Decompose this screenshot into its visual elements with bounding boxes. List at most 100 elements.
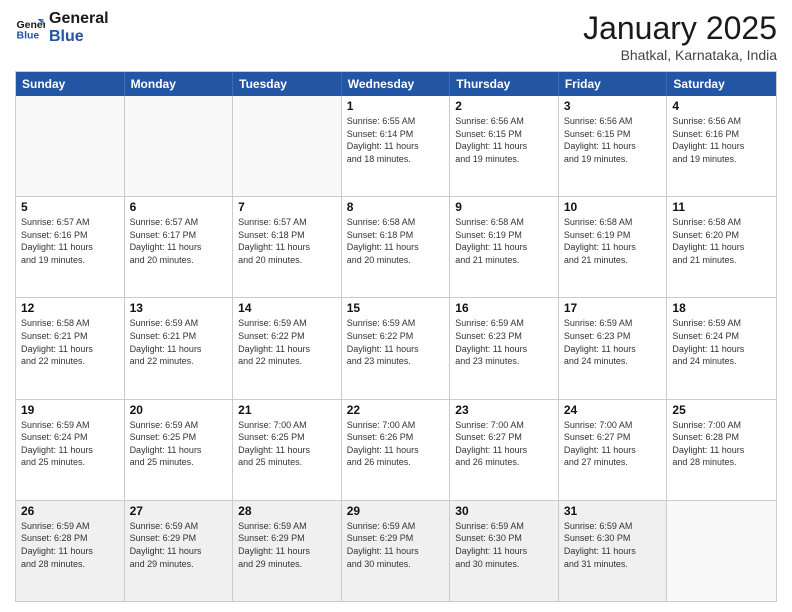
day-info: Sunrise: 6:59 AM Sunset: 6:22 PM Dayligh… xyxy=(238,317,336,367)
day-info: Sunrise: 6:59 AM Sunset: 6:29 PM Dayligh… xyxy=(347,520,445,570)
day-number: 25 xyxy=(672,403,771,417)
day-info: Sunrise: 6:59 AM Sunset: 6:23 PM Dayligh… xyxy=(564,317,662,367)
calendar-header: SundayMondayTuesdayWednesdayThursdayFrid… xyxy=(16,72,776,96)
calendar: SundayMondayTuesdayWednesdayThursdayFrid… xyxy=(15,71,777,602)
cal-cell: 21 Sunrise: 7:00 AM Sunset: 6:25 PM Dayli… xyxy=(233,400,342,500)
day-header-saturday: Saturday xyxy=(667,72,776,96)
day-info: Sunrise: 6:58 AM Sunset: 6:21 PM Dayligh… xyxy=(21,317,119,367)
day-number: 4 xyxy=(672,99,771,113)
day-number: 20 xyxy=(130,403,228,417)
day-number: 13 xyxy=(130,301,228,315)
day-info: Sunrise: 6:59 AM Sunset: 6:30 PM Dayligh… xyxy=(455,520,553,570)
cal-cell: 10 Sunrise: 6:58 AM Sunset: 6:19 PM Dayli… xyxy=(559,197,668,297)
day-number: 29 xyxy=(347,504,445,518)
cal-cell: 17 Sunrise: 6:59 AM Sunset: 6:23 PM Dayli… xyxy=(559,298,668,398)
cal-cell: 14 Sunrise: 6:59 AM Sunset: 6:22 PM Dayli… xyxy=(233,298,342,398)
cal-cell: 23 Sunrise: 7:00 AM Sunset: 6:27 PM Dayli… xyxy=(450,400,559,500)
day-number: 24 xyxy=(564,403,662,417)
day-info: Sunrise: 7:00 AM Sunset: 6:25 PM Dayligh… xyxy=(238,419,336,469)
cal-cell: 13 Sunrise: 6:59 AM Sunset: 6:21 PM Dayli… xyxy=(125,298,234,398)
day-number: 14 xyxy=(238,301,336,315)
cal-cell xyxy=(233,96,342,196)
day-number: 12 xyxy=(21,301,119,315)
day-number: 16 xyxy=(455,301,553,315)
cal-cell: 9 Sunrise: 6:58 AM Sunset: 6:19 PM Daylig… xyxy=(450,197,559,297)
cal-cell: 19 Sunrise: 6:59 AM Sunset: 6:24 PM Dayli… xyxy=(16,400,125,500)
day-number: 21 xyxy=(238,403,336,417)
week-row-3: 12 Sunrise: 6:58 AM Sunset: 6:21 PM Dayli… xyxy=(16,297,776,398)
month-title: January 2025 xyxy=(583,10,777,47)
day-number: 22 xyxy=(347,403,445,417)
cal-cell: 29 Sunrise: 6:59 AM Sunset: 6:29 PM Dayli… xyxy=(342,501,451,601)
cal-cell: 20Sunrise: 6:59 AM Sunset: 6:25 PM Dayli… xyxy=(125,400,234,500)
logo-icon: General Blue xyxy=(15,13,45,43)
week-row-4: 19 Sunrise: 6:59 AM Sunset: 6:24 PM Dayli… xyxy=(16,399,776,500)
day-header-thursday: Thursday xyxy=(450,72,559,96)
day-info: Sunrise: 6:58 AM Sunset: 6:19 PM Dayligh… xyxy=(455,216,553,266)
day-info: Sunrise: 6:57 AM Sunset: 6:16 PM Dayligh… xyxy=(21,216,119,266)
week-row-5: 26Sunrise: 6:59 AM Sunset: 6:28 PM Dayli… xyxy=(16,500,776,601)
day-info: Sunrise: 7:00 AM Sunset: 6:27 PM Dayligh… xyxy=(455,419,553,469)
page: General Blue General Blue January 2025 B… xyxy=(0,0,792,612)
day-number: 28 xyxy=(238,504,336,518)
cal-cell xyxy=(125,96,234,196)
day-number: 17 xyxy=(564,301,662,315)
calendar-body: 1Sunrise: 6:55 AM Sunset: 6:14 PM Daylig… xyxy=(16,96,776,601)
day-number: 31 xyxy=(564,504,662,518)
day-number: 2 xyxy=(455,99,553,113)
day-info: Sunrise: 6:59 AM Sunset: 6:22 PM Dayligh… xyxy=(347,317,445,367)
cal-cell: 3 Sunrise: 6:56 AM Sunset: 6:15 PM Daylig… xyxy=(559,96,668,196)
day-number: 7 xyxy=(238,200,336,214)
location: Bhatkal, Karnataka, India xyxy=(583,47,777,63)
day-number: 26 xyxy=(21,504,119,518)
day-number: 18 xyxy=(672,301,771,315)
cal-cell: 4 Sunrise: 6:56 AM Sunset: 6:16 PM Daylig… xyxy=(667,96,776,196)
day-info: Sunrise: 6:56 AM Sunset: 6:15 PM Dayligh… xyxy=(564,115,662,165)
day-info: Sunrise: 6:59 AM Sunset: 6:29 PM Dayligh… xyxy=(130,520,228,570)
cal-cell: 7 Sunrise: 6:57 AM Sunset: 6:18 PM Daylig… xyxy=(233,197,342,297)
day-info: Sunrise: 6:59 AM Sunset: 6:21 PM Dayligh… xyxy=(130,317,228,367)
day-info: Sunrise: 6:56 AM Sunset: 6:15 PM Dayligh… xyxy=(455,115,553,165)
day-info: Sunrise: 7:00 AM Sunset: 6:27 PM Dayligh… xyxy=(564,419,662,469)
cal-cell: 5 Sunrise: 6:57 AM Sunset: 6:16 PM Daylig… xyxy=(16,197,125,297)
day-number: 10 xyxy=(564,200,662,214)
day-info: Sunrise: 6:58 AM Sunset: 6:19 PM Dayligh… xyxy=(564,216,662,266)
day-info: Sunrise: 6:59 AM Sunset: 6:24 PM Dayligh… xyxy=(672,317,771,367)
day-number: 27 xyxy=(130,504,228,518)
day-header-sunday: Sunday xyxy=(16,72,125,96)
day-header-monday: Monday xyxy=(125,72,234,96)
cal-cell: 2 Sunrise: 6:56 AM Sunset: 6:15 PM Daylig… xyxy=(450,96,559,196)
cal-cell: 25 Sunrise: 7:00 AM Sunset: 6:28 PM Dayli… xyxy=(667,400,776,500)
day-info: Sunrise: 6:57 AM Sunset: 6:17 PM Dayligh… xyxy=(130,216,228,266)
cal-cell: 31 Sunrise: 6:59 AM Sunset: 6:30 PM Dayli… xyxy=(559,501,668,601)
day-info: Sunrise: 6:58 AM Sunset: 6:20 PM Dayligh… xyxy=(672,216,771,266)
cal-cell: 6Sunrise: 6:57 AM Sunset: 6:17 PM Daylig… xyxy=(125,197,234,297)
cal-cell: 27 Sunrise: 6:59 AM Sunset: 6:29 PM Dayli… xyxy=(125,501,234,601)
day-info: Sunrise: 6:59 AM Sunset: 6:23 PM Dayligh… xyxy=(455,317,553,367)
cal-cell xyxy=(16,96,125,196)
day-header-wednesday: Wednesday xyxy=(342,72,451,96)
logo-general: General xyxy=(49,10,109,28)
day-info: Sunrise: 7:00 AM Sunset: 6:28 PM Dayligh… xyxy=(672,419,771,469)
day-info: Sunrise: 6:59 AM Sunset: 6:30 PM Dayligh… xyxy=(564,520,662,570)
day-number: 23 xyxy=(455,403,553,417)
cal-cell: 15 Sunrise: 6:59 AM Sunset: 6:22 PM Dayli… xyxy=(342,298,451,398)
day-info: Sunrise: 6:57 AM Sunset: 6:18 PM Dayligh… xyxy=(238,216,336,266)
cal-cell: 22Sunrise: 7:00 AM Sunset: 6:26 PM Dayli… xyxy=(342,400,451,500)
day-info: Sunrise: 6:59 AM Sunset: 6:24 PM Dayligh… xyxy=(21,419,119,469)
cal-cell: 28 Sunrise: 6:59 AM Sunset: 6:29 PM Dayli… xyxy=(233,501,342,601)
cal-cell: 11 Sunrise: 6:58 AM Sunset: 6:20 PM Dayli… xyxy=(667,197,776,297)
cal-cell xyxy=(667,501,776,601)
day-number: 19 xyxy=(21,403,119,417)
day-number: 9 xyxy=(455,200,553,214)
cal-cell: 26Sunrise: 6:59 AM Sunset: 6:28 PM Dayli… xyxy=(16,501,125,601)
day-number: 3 xyxy=(564,99,662,113)
day-number: 15 xyxy=(347,301,445,315)
svg-text:Blue: Blue xyxy=(17,29,40,41)
logo-blue: Blue xyxy=(49,28,109,46)
day-number: 5 xyxy=(21,200,119,214)
day-info: Sunrise: 6:56 AM Sunset: 6:16 PM Dayligh… xyxy=(672,115,771,165)
day-number: 11 xyxy=(672,200,771,214)
day-info: Sunrise: 6:59 AM Sunset: 6:29 PM Dayligh… xyxy=(238,520,336,570)
cal-cell: 1Sunrise: 6:55 AM Sunset: 6:14 PM Daylig… xyxy=(342,96,451,196)
